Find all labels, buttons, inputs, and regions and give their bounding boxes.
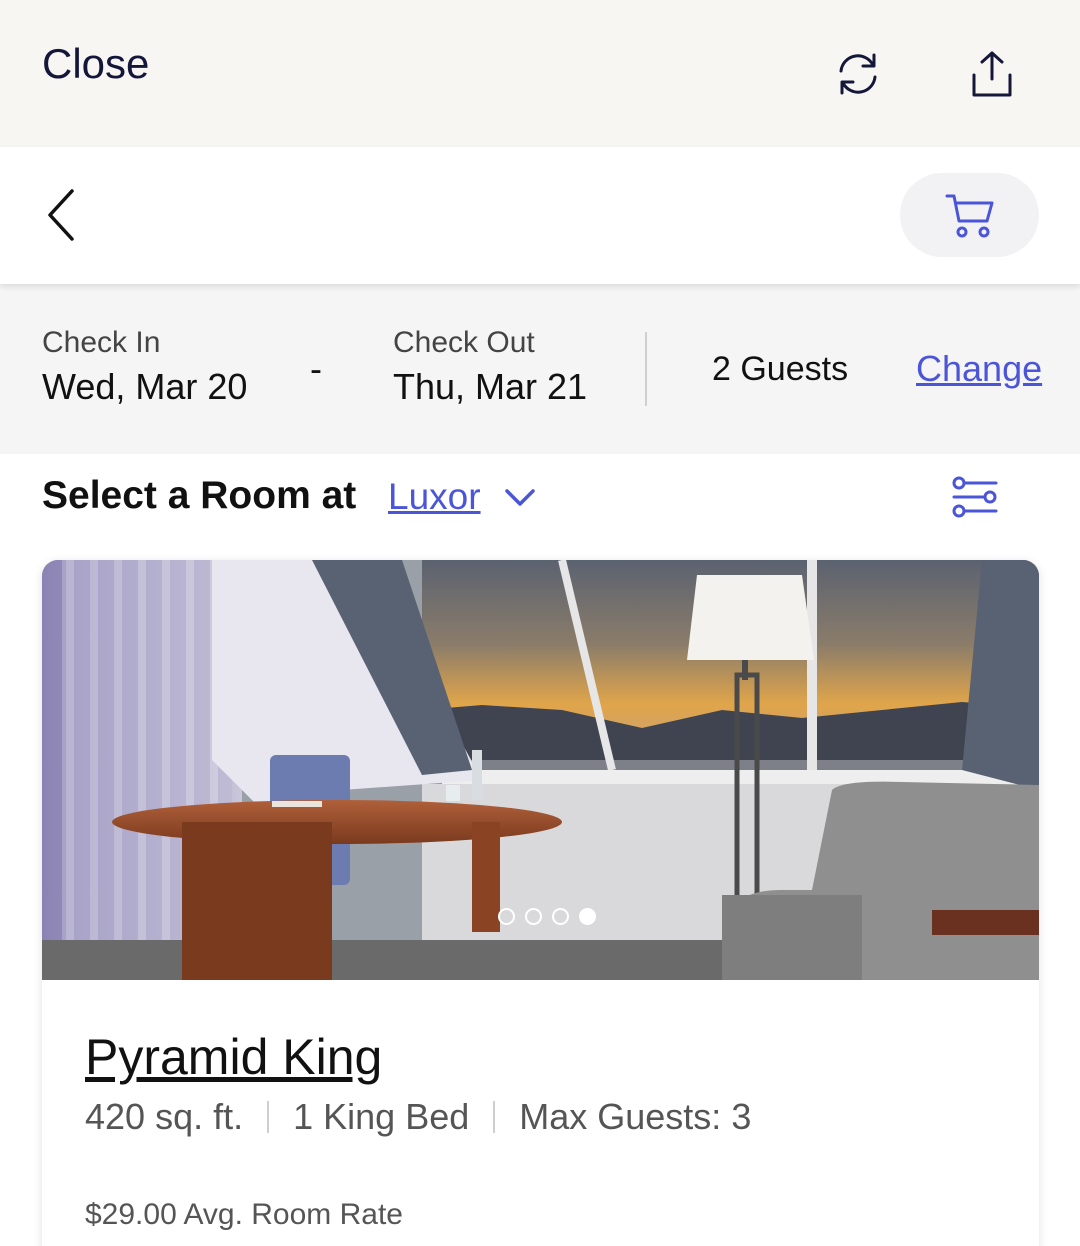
check-out-label: Check Out [393,326,535,359]
spec-divider [493,1101,496,1133]
room-name-link[interactable]: Pyramid King [85,1028,382,1086]
chevron-left-icon [48,189,74,241]
check-in[interactable]: Check In Wed, Mar 20 [42,326,247,408]
carousel-indicators [498,908,596,925]
room-max-guests: Max Guests: 3 [519,1096,752,1137]
room-card[interactable]: Pyramid King 420 sq. ft. 1 King Bed Max … [42,560,1039,1246]
check-out[interactable]: Check Out Thu, Mar 21 [393,326,587,408]
filter-button[interactable] [946,470,1004,524]
back-button[interactable] [36,185,86,245]
date-separator: - [310,348,322,389]
divider [645,332,647,406]
hotel-selector-link[interactable]: Luxor [388,476,481,518]
room-bed: 1 King Bed [293,1096,470,1137]
app-nav-bar [0,147,1080,284]
stay-summary-bar: Check In Wed, Mar 20 - Check Out Thu, Ma… [0,284,1080,454]
guests-count: 2 Guests [712,350,849,388]
room-size: 420 sq. ft. [85,1096,244,1137]
room-specs: 420 sq. ft. 1 King Bed Max Guests: 3 [85,1096,751,1138]
share-button[interactable] [962,44,1022,104]
cart-button[interactable] [900,173,1039,257]
cart-icon [945,194,993,238]
check-out-date: Thu, Mar 21 [393,366,588,407]
check-in-date: Wed, Mar 20 [42,366,248,407]
carousel-dot-active[interactable] [579,908,596,925]
hotel-selector-toggle[interactable] [500,480,540,516]
carousel-dot[interactable] [552,908,569,925]
change-link[interactable]: Change [916,348,1042,390]
chevron-down-icon [505,489,535,506]
select-room-heading: Select a Room at [42,474,357,517]
close-button[interactable]: Close [42,40,149,88]
refresh-icon [839,53,877,95]
check-in-label: Check In [42,326,161,359]
refresh-button[interactable] [828,44,888,104]
room-photo-carousel[interactable] [42,560,1039,980]
filter-sliders-icon [952,476,998,518]
room-rate: $29.00 Avg. Room Rate [85,1198,403,1231]
carousel-dot[interactable] [498,908,515,925]
carousel-dot[interactable] [525,908,542,925]
spec-divider [267,1101,270,1133]
browser-top-bar: Close [0,0,1080,147]
share-icon [972,51,1012,97]
